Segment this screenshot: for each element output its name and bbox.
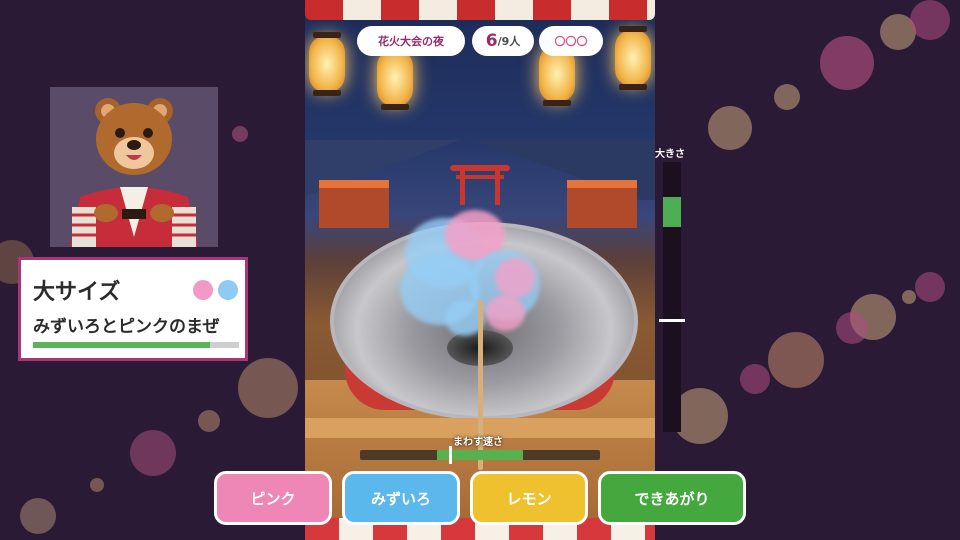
lemon-sugar-label: レモン [506,489,552,508]
event-name: 花火大会の夜 [378,35,444,48]
pink-sugar-button[interactable]: ピンク [214,471,332,525]
festival-stall-left [319,180,389,228]
torii-gate [450,165,510,205]
bear-character-icon [70,98,198,247]
stall-awning [305,0,655,20]
lantern-icon [615,26,651,90]
order-timer-bar [33,342,239,348]
finish-label: できあがり [634,489,710,508]
lemon-sugar-button[interactable]: レモン [470,471,588,525]
order-timer-fill [33,342,211,348]
size-gauge [659,162,685,432]
speed-gauge [360,446,600,464]
game-scene: まわす速さ 花火大会の夜 6 /9人 〇〇〇 [305,0,655,540]
shopkeeper-portrait [50,87,218,247]
served-counter: 6 /9人 [472,26,534,56]
order-size: 大サイズ [33,280,121,305]
rating-badge: 〇〇〇 [539,26,603,56]
size-target-zone [663,197,681,227]
event-name-badge: 花火大会の夜 [357,26,465,56]
pink-sugar-label: ピンク [250,489,296,508]
lantern-icon [377,46,413,110]
rating-circles: 〇〇〇 [554,35,588,48]
lantern-icon [309,32,345,96]
served-total: /9人 [497,35,521,48]
finish-button[interactable]: できあがり [598,471,746,525]
blue-sugar-label: みずいろ [370,489,431,508]
speed-label: まわす速さ [453,437,503,448]
size-indicator [659,318,685,322]
pink-flavor-dot [193,280,213,300]
order-card: 大サイズ みずいろとピンクのまぜ [18,257,248,361]
blue-sugar-button[interactable]: みずいろ [342,471,460,525]
served-count: 6 [485,31,498,51]
speed-indicator [448,446,452,464]
order-flavor: みずいろとピンクのまぜ [33,317,220,337]
festival-stall-right [567,180,637,228]
blue-flavor-dot [218,280,238,300]
size-label: 大きさ [655,149,685,160]
